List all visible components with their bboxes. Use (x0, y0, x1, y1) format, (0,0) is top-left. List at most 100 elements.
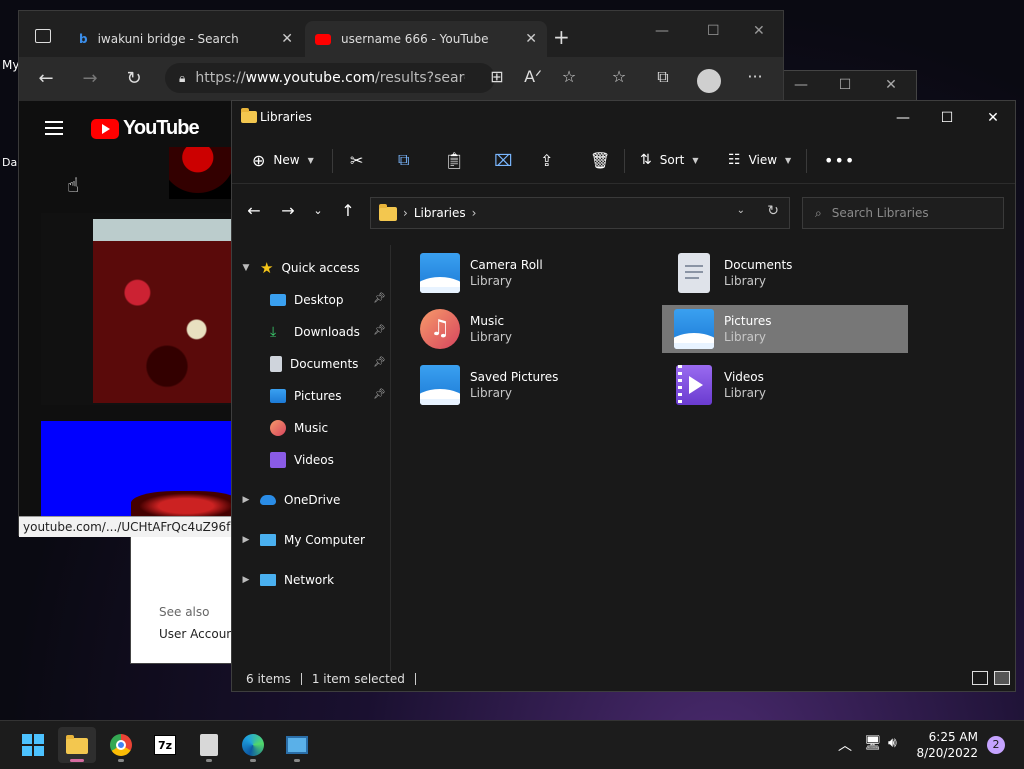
chevron-right-icon[interactable]: › (472, 206, 477, 220)
chevron-right-icon: › (403, 206, 408, 220)
volume-icon[interactable]: 🔊︎ (888, 735, 897, 751)
sort-button[interactable]: ⇅ Sort ▼ (640, 147, 699, 173)
edge-icon[interactable] (234, 727, 272, 763)
copy-icon[interactable]: ⧉ (398, 147, 409, 173)
video-thumbnail[interactable] (41, 213, 241, 405)
add-favorite-icon[interactable]: ☆ (557, 67, 581, 86)
nav-videos[interactable]: Videos (270, 447, 334, 473)
recent-locations-icon[interactable]: ⌄ (308, 204, 328, 217)
tab-youtube[interactable]: username 666 - YouTube ✕ (305, 21, 547, 57)
delete-icon[interactable]: 🗑︎ (590, 147, 610, 173)
read-aloud-icon[interactable]: Aᐟ (521, 67, 545, 86)
nav-onedrive[interactable]: ▶ OneDrive (240, 487, 341, 513)
library-saved-pictures[interactable]: Saved Pictures Library (408, 361, 654, 409)
7zip-icon[interactable]: 7z (146, 727, 184, 763)
minimize-icon[interactable]: — (655, 23, 669, 39)
more-options-icon[interactable]: ··· (743, 67, 767, 86)
file-explorer-icon[interactable] (58, 727, 96, 763)
nav-documents[interactable]: Documents (270, 351, 358, 377)
desktop-icon-label[interactable]: Da (2, 156, 17, 169)
rename-icon[interactable]: ⌧ (494, 147, 512, 173)
youtube-play-icon (91, 118, 119, 139)
maximize-icon[interactable]: ☐ (707, 23, 720, 39)
app-icon[interactable] (190, 727, 228, 763)
profile-avatar-icon[interactable] (697, 69, 721, 93)
close-icon[interactable]: ✕ (753, 23, 765, 39)
refresh-icon[interactable]: ↻ (767, 203, 779, 219)
clock[interactable]: 6:25 AM 8/20/2022 (914, 729, 978, 761)
chevron-down-icon: ▼ (692, 155, 699, 165)
tab-iwakuni-bridge[interactable]: b iwakuni bridge - Search ✕ (73, 21, 303, 57)
video-thumbnail[interactable] (41, 421, 241, 521)
windows-start-icon[interactable] (14, 727, 52, 763)
file-explorer-window[interactable]: Libraries — ☐ ✕ ⊕ New ▼ ✂ ⧉ 📋︎ ⌧ ⇪ 🗑︎ ⇅ … (231, 100, 1016, 692)
library-pictures[interactable]: Pictures Library (662, 305, 908, 353)
pictures-library-icon (418, 363, 462, 407)
forward-icon[interactable]: → (278, 201, 298, 220)
details-view-icon[interactable] (972, 671, 988, 685)
new-tab-icon[interactable]: + (553, 25, 570, 49)
chevron-right-icon[interactable]: ▶ (240, 535, 252, 545)
nav-pictures[interactable]: Pictures (270, 383, 342, 409)
address-bar[interactable]: 🔒︎ https://www.youtube.com/results?searc… (165, 63, 495, 93)
url-text[interactable]: https://www.youtube.com/results?search..… (195, 70, 465, 86)
close-tab-icon[interactable]: ✕ (525, 31, 537, 47)
view-button[interactable]: ☷ View ▼ (728, 147, 791, 173)
address-bar[interactable]: › Libraries › ⌄ ↻ (370, 197, 790, 229)
close-icon[interactable]: ✕ (978, 107, 1008, 129)
collections-icon[interactable]: ⧉ (651, 67, 675, 87)
navigation-pane: ▼ ★ Quick access Desktop 📌︎ ⤓ Downloads … (232, 245, 391, 671)
nav-quick-access[interactable]: ▼ ★ Quick access (240, 255, 360, 281)
new-button[interactable]: ⊕ New ▼ (252, 147, 314, 173)
nav-desktop[interactable]: Desktop (270, 287, 344, 313)
maximize-icon[interactable]: ☐ (932, 107, 962, 129)
hamburger-menu-icon[interactable] (45, 121, 63, 135)
search-input[interactable] (829, 205, 994, 221)
more-options-icon[interactable]: ••• (824, 147, 855, 173)
back-icon[interactable]: ← (33, 67, 59, 91)
paste-icon[interactable]: 📋︎ (444, 147, 464, 173)
search-box[interactable]: ⌕ (802, 197, 1004, 229)
maximize-icon[interactable]: ☐ (825, 77, 865, 97)
forward-icon[interactable]: → (77, 67, 103, 91)
cut-icon[interactable]: ✂ (350, 147, 363, 173)
chevron-right-icon[interactable]: ▶ (240, 495, 252, 505)
chevron-up-icon[interactable]: ︿ (838, 735, 852, 755)
nav-my-computer[interactable]: ▶ My Computer (240, 527, 365, 553)
library-videos[interactable]: Videos Library (662, 361, 908, 409)
minimize-icon[interactable]: — (781, 77, 821, 97)
lock-icon[interactable]: 🔒︎ (179, 71, 185, 86)
close-tab-icon[interactable]: ✕ (281, 31, 293, 47)
extensions-icon[interactable]: ⊞ (485, 67, 509, 86)
large-icons-view-icon[interactable] (994, 671, 1010, 685)
search-icon: ⌕ (815, 205, 822, 220)
control-panel-icon[interactable] (278, 727, 316, 763)
favorites-icon[interactable]: ☆ (607, 67, 631, 86)
notification-badge[interactable]: 2 (987, 736, 1005, 754)
tab-actions-icon[interactable] (35, 29, 51, 43)
chevron-down-icon[interactable]: ⌄ (737, 205, 745, 216)
nav-network[interactable]: ▶ Network (240, 567, 335, 593)
refresh-icon[interactable]: ↻ (121, 67, 147, 91)
back-icon[interactable]: ← (244, 201, 264, 220)
item-count: 6 items (246, 672, 291, 686)
library-music[interactable]: ♫ Music Library (408, 305, 654, 353)
nav-music[interactable]: Music (270, 415, 328, 441)
taskbar: 7z ︿ 🖥︎ 🔊︎ 6:25 AM 8/20/2022 2 (0, 720, 1024, 769)
youtube-logo[interactable]: YouTube (91, 117, 200, 140)
chrome-icon[interactable] (102, 727, 140, 763)
share-icon[interactable]: ⇪ (540, 147, 553, 173)
nav-downloads[interactable]: ⤓ Downloads (270, 319, 360, 345)
desktop-icon-label[interactable]: My (2, 58, 19, 72)
music-icon (270, 420, 286, 436)
chevron-down-icon[interactable]: ▼ (240, 263, 252, 273)
close-icon[interactable]: ✕ (871, 77, 911, 97)
minimize-icon[interactable]: — (888, 107, 918, 129)
network-icon[interactable]: 🖥︎ (864, 735, 882, 751)
tab-title: username 666 - YouTube (341, 32, 489, 46)
library-camera-roll[interactable]: Camera Roll Library (408, 249, 654, 297)
library-documents[interactable]: Documents Library (662, 249, 908, 297)
up-icon[interactable]: ↑ (338, 201, 358, 220)
breadcrumb-libraries[interactable]: Libraries (414, 206, 466, 220)
chevron-right-icon[interactable]: ▶ (240, 575, 252, 585)
